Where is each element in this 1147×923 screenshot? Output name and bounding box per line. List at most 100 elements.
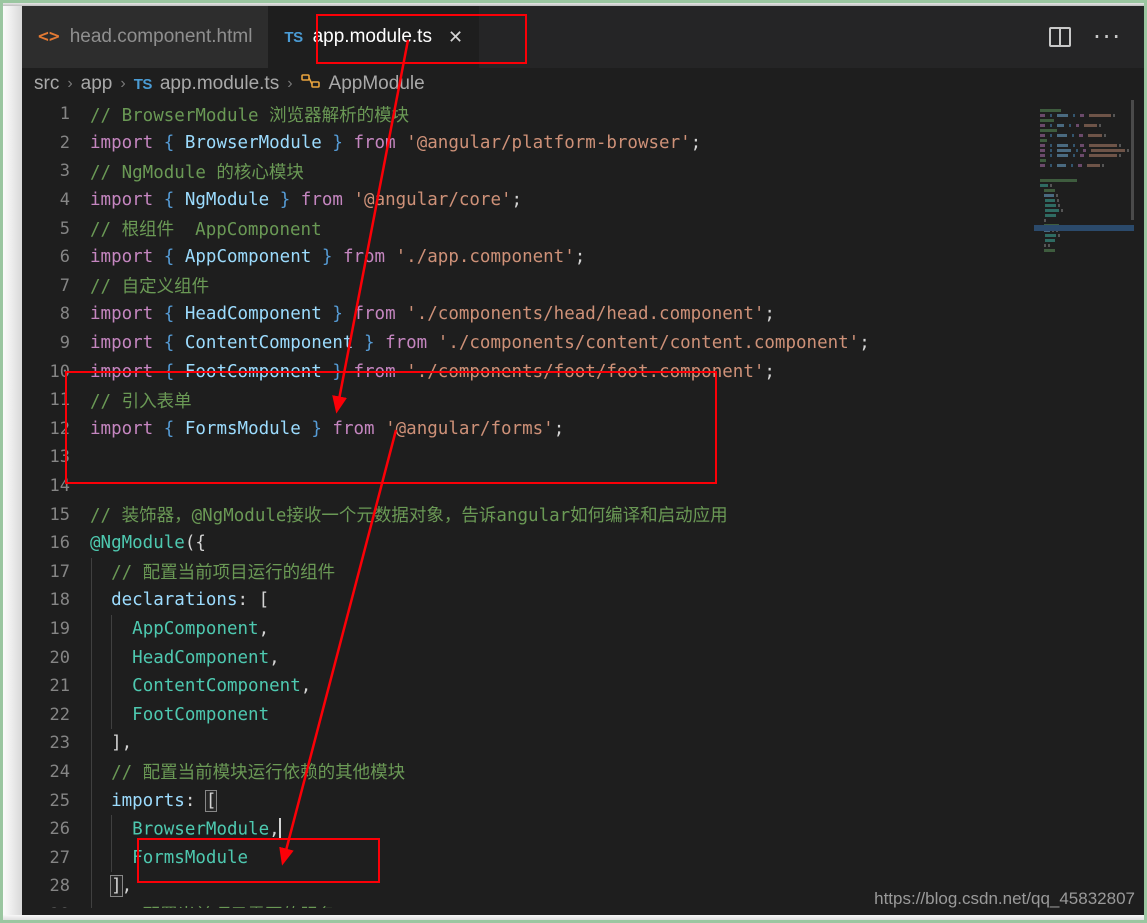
code-line[interactable]: 12 import { FormsModule } from '@angular/… [22,415,1032,444]
code-minimap[interactable] [1034,100,1134,916]
code-text: // 自定义组件 [90,273,209,298]
editor-tab-bar: <> head.component.html TS app.module.ts … [22,6,1144,68]
minimap-token [1071,164,1074,167]
code-text: import { FootComponent } from './compone… [90,362,775,382]
breadcrumb-item-app[interactable]: app [81,73,113,95]
text-cursor [278,817,281,839]
code-line[interactable]: 2 import { BrowserModule } from '@angular… [22,129,1032,158]
code-text: import { BrowserModule } from '@angular/… [90,133,701,153]
tab-head-component-html[interactable]: <> head.component.html [22,6,269,68]
breadcrumb-item-appmodule[interactable]: AppModule [329,73,425,95]
code-token: // 引入表单 [90,391,192,412]
minimap-token [1057,164,1067,167]
line-number: 13 [49,447,70,468]
line-number: 12 [49,418,70,439]
code-token: } [311,418,322,439]
minimap-gap [1040,249,1042,252]
code-token: ; [574,247,586,268]
line-number: 22 [49,704,70,725]
code-text: import { NgModule } from '@angular/core'… [90,190,522,210]
line-number: 18 [49,590,70,611]
minimap-line [1040,145,1134,157]
code-line[interactable]: 11 // 引入表单 [22,386,1032,415]
breadcrumb-item-src[interactable]: src [34,73,59,95]
minimap-cursor-highlight [1034,225,1134,231]
line-number: 21 [49,676,70,697]
code-line[interactable]: 18 declarations: [ [22,586,1032,615]
code-token: } [332,361,343,382]
code-line[interactable]: 7 // 自定义组件 [22,272,1032,301]
code-token: '@angular/core' [353,190,512,211]
code-line[interactable]: 14 [22,472,1032,501]
code-token: } [321,247,333,268]
code-token: : [ [237,590,270,611]
code-token: from [353,361,396,382]
watermark-url: https://blog.csdn.net/qq_45832807 [874,889,1135,908]
code-token: ] [110,875,123,898]
html-file-icon: <> [38,26,60,47]
split-editor-icon[interactable] [1049,27,1072,47]
code-line[interactable]: 21 ContentComponent, [22,671,1032,701]
code-token: from [342,247,386,268]
code-line[interactable]: 9 import { ContentComponent } from './com… [22,329,1032,358]
code-line[interactable]: 16 @NgModule({ [22,529,1032,558]
code-token: import [90,333,154,354]
code-line[interactable]: 27 FormsModule [22,843,1032,873]
code-token: ; [511,190,523,211]
code-line[interactable]: 13 [22,443,1032,472]
code-line[interactable]: 20 HeadComponent, [22,643,1032,672]
code-token: FormsModule [132,847,249,868]
code-line[interactable]: 23 ], [22,729,1032,758]
code-line[interactable]: 1 // BrowserModule 浏览器解析的模块 [22,100,1032,129]
code-editor[interactable]: 1 // BrowserModule 浏览器解析的模块 2 import { Brow… [22,100,1144,916]
code-token: import [90,418,154,439]
code-line[interactable]: 24 // 配置当前模块运行依赖的其他模块 [22,757,1032,787]
code-line[interactable]: 22 FootComponent [22,700,1032,730]
more-actions-icon[interactable]: ··· [1093,25,1122,49]
code-token: { [163,132,175,153]
code-token: ], [111,733,133,754]
code-line[interactable]: 15 // 装饰器，@NgModule接收一个元数据对象，告诉angular如何编… [22,500,1032,529]
code-line[interactable]: 19 AppComponent, [22,614,1032,644]
code-text: // 装饰器，@NgModule接收一个元数据对象，告诉angular如何编译和… [90,502,728,527]
vertical-scrollbar[interactable] [1134,100,1144,916]
code-line[interactable]: 3 // NgModule 的核心模块 [22,157,1032,186]
breadcrumb-item-app-module-ts[interactable]: app.module.ts [160,73,279,95]
code-line[interactable]: 6 import { AppComponent } from './app.com… [22,243,1032,272]
code-token: ; [764,304,775,325]
line-number: 20 [49,647,70,668]
code-token: ; [553,418,565,439]
code-line[interactable]: 8 import { HeadComponent } from './compon… [22,300,1032,329]
code-line[interactable]: 5 // 根组件 AppComponent [22,214,1032,243]
code-line[interactable]: 25 imports: [ [22,786,1032,815]
tab-app-module-ts[interactable]: TS app.module.ts ✕ [268,6,480,68]
code-line[interactable]: 4 import { NgModule } from '@angular/core… [22,186,1032,215]
code-text: ContentComponent, [90,676,311,696]
code-token: ContentComponent [184,333,354,354]
line-number: 6 [59,247,70,268]
window-bottom-shadow [0,915,1147,923]
code-token: ; [690,132,702,153]
code-text: import { FormsModule } from '@angular/fo… [90,419,564,439]
line-number: 15 [49,504,70,525]
code-text: BrowserModule, [90,817,281,840]
code-token: } [279,190,291,211]
code-line[interactable]: 10 import { FootComponent } from './compo… [22,357,1032,386]
code-line[interactable]: 17 // 配置当前项目运行的组件 [22,557,1032,587]
close-icon[interactable]: ✕ [448,27,463,48]
code-line[interactable]: 26 BrowserModule, [22,814,1032,844]
line-number: 1 [59,104,70,125]
code-token: , [269,647,280,668]
code-token: ContentComponent [132,676,301,697]
